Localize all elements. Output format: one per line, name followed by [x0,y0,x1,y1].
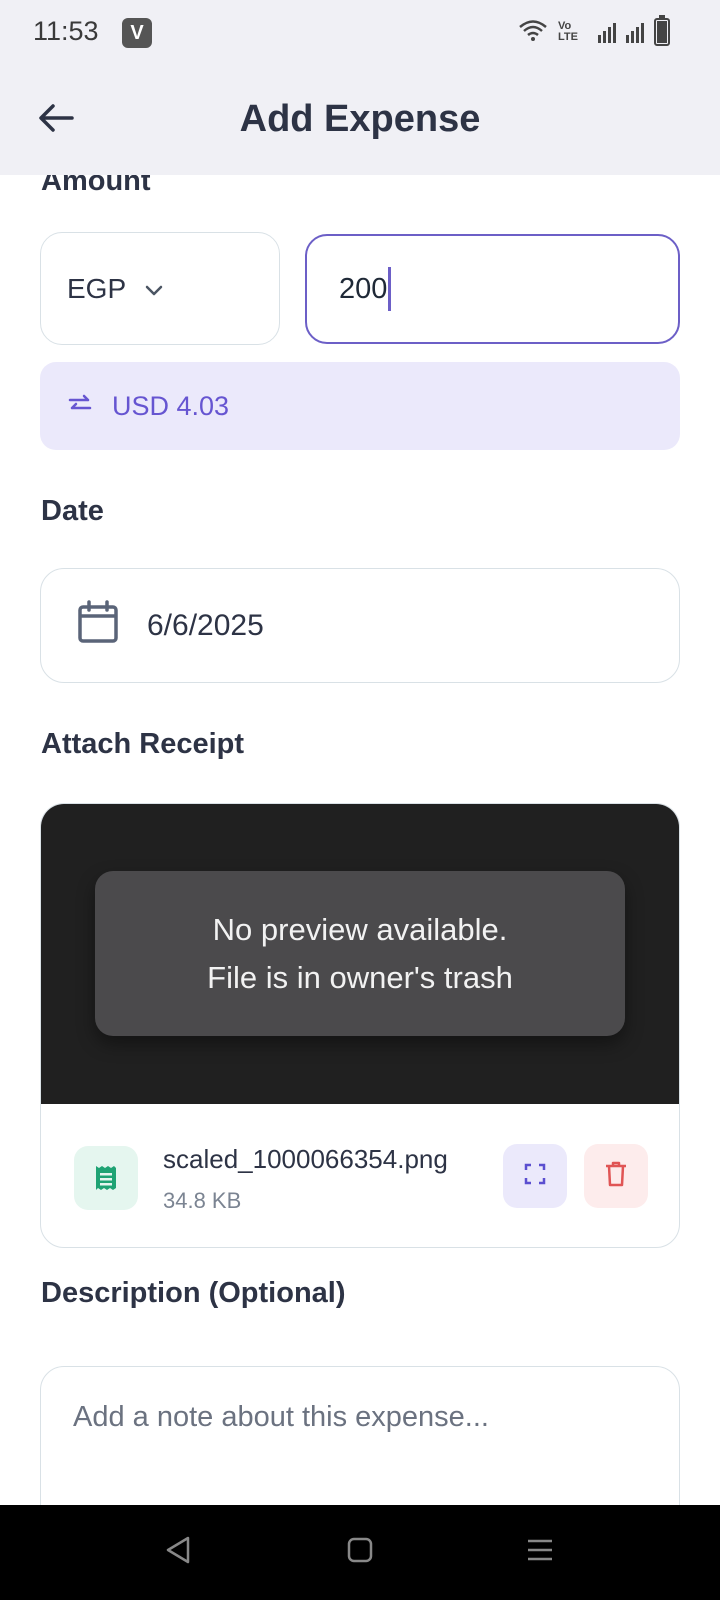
conversion-value: USD 4.03 [112,390,230,421]
file-info-row: scaled_1000066354.png 34.8 KB [41,1104,679,1247]
nav-home-button[interactable] [335,1527,385,1577]
calendar-icon [77,599,119,652]
page-title: Add Expense [239,98,481,140]
expand-icon [524,1163,546,1190]
app-bar: Add Expense [0,72,720,172]
system-navigation-bar [0,1505,720,1600]
description-placeholder: Add a note about this expense... [73,1401,489,1433]
text-cursor [388,267,392,311]
date-label: Date [41,495,104,527]
file-name: scaled_1000066354.png [163,1144,448,1174]
nav-menu-icon [526,1538,554,1567]
file-size: 34.8 KB [163,1188,242,1213]
date-value: 6/6/2025 [147,608,264,642]
status-icons: Vo LTE [518,15,670,46]
status-bar: 11:53 V Vo LTE [0,0,720,68]
conversion-banner: USD 4.03 [40,362,680,450]
chevron-down-icon [144,273,164,305]
date-picker[interactable]: 6/6/2025 [40,568,680,683]
receipt-preview[interactable]: No preview available. File is in owner's… [41,804,679,1104]
description-label: Description (Optional) [41,1277,346,1309]
receipt-icon [74,1146,138,1210]
app-notification-icon: V [122,18,152,48]
trash-icon [605,1161,627,1192]
nav-menu-button[interactable] [515,1527,565,1577]
swap-arrows-icon [66,391,94,422]
currency-value: EGP [67,272,127,304]
preview-message-line1: No preview available. [212,911,508,947]
wifi-icon [518,19,548,46]
header: 11:53 V Vo LTE Add Expense [0,0,720,175]
form-content: Amount EGP 200 USD 4.03 Date 6/6/2025 At… [0,0,720,1566]
signal-icon [598,21,616,43]
preview-unavailable-message: No preview available. File is in owner's… [95,871,625,1036]
amount-value: 200 [339,272,388,305]
nav-home-icon [347,1537,373,1568]
receipt-card: No preview available. File is in owner's… [40,803,680,1248]
amount-input[interactable]: 200 [305,234,680,344]
currency-select[interactable]: EGP [40,232,280,345]
preview-message-line2: File is in owner's trash [207,959,513,995]
expand-button[interactable] [503,1144,567,1208]
delete-receipt-button[interactable] [584,1144,648,1208]
nav-back-button[interactable] [153,1527,203,1577]
receipt-label: Attach Receipt [41,728,245,760]
status-time: 11:53 [33,16,99,46]
battery-icon [654,15,670,46]
volte-indicator: Vo LTE [558,20,578,43]
signal-icon-2 [626,21,644,43]
nav-back-icon [164,1535,192,1570]
